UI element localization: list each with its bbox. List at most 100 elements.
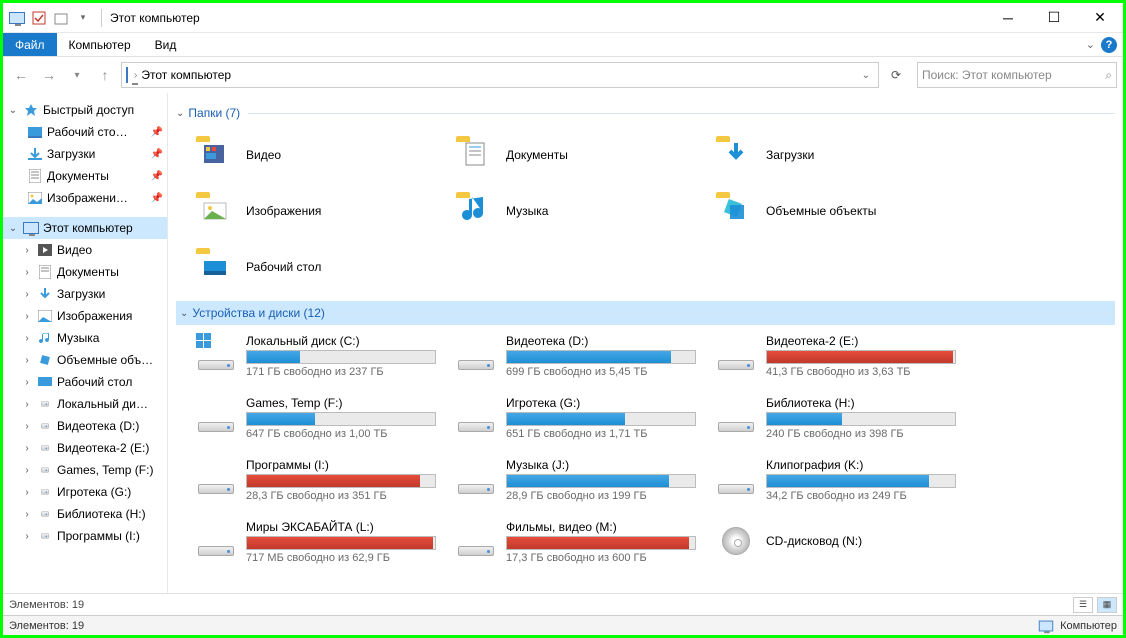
nav-label: Объемные объ… <box>57 353 153 367</box>
recent-dropdown-icon[interactable]: ▾ <box>65 63 89 87</box>
nav-pc-item[interactable]: › Объемные объ… <box>3 349 167 371</box>
icons-view-button[interactable]: ▦ <box>1097 597 1117 613</box>
chevron-right-icon[interactable]: › <box>21 421 33 432</box>
chevron-right-icon[interactable]: › <box>21 465 33 476</box>
group-header-folders[interactable]: ⌄ Папки (7) <box>176 101 1115 125</box>
chevron-right-icon[interactable]: › <box>21 487 33 498</box>
nav-pc-item[interactable]: ›Игротека (G:) <box>3 481 167 503</box>
chevron-right-icon[interactable]: › <box>21 355 33 366</box>
drive-label: Фильмы, видео (M:) <box>506 520 706 534</box>
qat-dropdown-icon[interactable]: ▾ <box>73 8 93 28</box>
chevron-right-icon[interactable]: › <box>21 333 33 344</box>
storage-bar <box>246 412 436 426</box>
chevron-right-icon[interactable]: › <box>21 443 33 454</box>
chevron-right-icon[interactable]: › <box>21 289 33 300</box>
close-button[interactable]: ✕ <box>1077 3 1123 33</box>
drive-item[interactable]: Клипография (K:)34,2 ГБ свободно из 249 … <box>716 455 966 505</box>
details-view-button[interactable]: ☰ <box>1073 597 1093 613</box>
star-icon <box>23 102 39 118</box>
nav-pc-item[interactable]: ›Локальный ди… <box>3 393 167 415</box>
nav-pc-item[interactable]: ›Загрузки <box>3 283 167 305</box>
minimize-button[interactable]: ─ <box>985 3 1031 33</box>
chevron-down-icon[interactable]: ⌄ <box>176 108 184 119</box>
folder-item[interactable]: Изображения <box>196 187 446 235</box>
nav-pc-item[interactable]: ›Видеотека (D:) <box>3 415 167 437</box>
hard-drive-icon <box>198 546 234 556</box>
back-button[interactable]: ← <box>9 63 33 87</box>
nav-quick-item[interactable]: Документы 📌 <box>3 165 167 187</box>
drive-item[interactable]: CD-дисковод (N:) <box>716 517 966 567</box>
search-input[interactable] <box>922 68 1105 82</box>
nav-quick-item[interactable]: Изображени… 📌 <box>3 187 167 209</box>
navigation-pane[interactable]: ⌄ Быстрый доступ Рабочий сто… 📌 Загрузки… <box>3 93 168 593</box>
address-bar[interactable]: › Этот компьютер ⌄ <box>121 62 879 88</box>
chevron-right-icon[interactable]: › <box>21 311 33 322</box>
chevron-down-icon[interactable]: ⌄ <box>7 105 19 116</box>
nav-pc-item[interactable]: ›Изображения <box>3 305 167 327</box>
folder-item[interactable]: Рабочий стол <box>196 243 446 291</box>
nav-pc-item[interactable]: ›Библиотека (H:) <box>3 503 167 525</box>
nav-label: Рабочий стол <box>57 375 132 389</box>
properties-icon[interactable] <box>29 8 49 28</box>
tab-view[interactable]: Вид <box>143 33 189 56</box>
ribbon-expand-icon[interactable]: ⌄ <box>1086 38 1095 51</box>
nav-quick-item[interactable]: Рабочий сто… 📌 <box>3 121 167 143</box>
chevron-right-icon[interactable]: › <box>21 509 33 520</box>
nav-pc-item[interactable]: ›Видео <box>3 239 167 261</box>
nav-quick-access[interactable]: ⌄ Быстрый доступ <box>3 99 167 121</box>
nav-this-pc[interactable]: ⌄ Этот компьютер <box>3 217 167 239</box>
chevron-right-icon[interactable]: › <box>21 267 33 278</box>
nav-pc-item[interactable]: › Рабочий стол <box>3 371 167 393</box>
body: ⌄ Быстрый доступ Рабочий сто… 📌 Загрузки… <box>3 93 1123 593</box>
chevron-right-icon[interactable]: › <box>21 245 33 256</box>
drive-item[interactable]: Видеотека (D:)699 ГБ свободно из 5,45 ТБ <box>456 331 706 381</box>
tab-file[interactable]: Файл <box>3 33 57 56</box>
drive-item[interactable]: Игротека (G:)651 ГБ свободно из 1,71 ТБ <box>456 393 706 443</box>
nav-pc-item[interactable]: ›Видеотека-2 (E:) <box>3 437 167 459</box>
storage-bar <box>506 474 696 488</box>
nav-pc-item[interactable]: ›Документы <box>3 261 167 283</box>
address-chevron-icon[interactable]: › <box>134 70 137 81</box>
folder-item[interactable]: Объемные объекты <box>716 187 966 235</box>
drive-item[interactable]: Миры ЭКСАБАЙТА (L:)717 МБ свободно из 62… <box>196 517 446 567</box>
refresh-button[interactable]: ⟳ <box>885 64 907 86</box>
address-dropdown-icon[interactable]: ⌄ <box>858 70 874 81</box>
nav-quick-item[interactable]: Загрузки 📌 <box>3 143 167 165</box>
drive-item[interactable]: Библиотека (H:)240 ГБ свободно из 398 ГБ <box>716 393 966 443</box>
drive-item[interactable]: Локальный диск (C:)171 ГБ свободно из 23… <box>196 331 446 381</box>
group-header-drives[interactable]: ⌄ Устройства и диски (12) <box>176 301 1115 325</box>
drive-item[interactable]: Фильмы, видео (M:)17,3 ГБ свободно из 60… <box>456 517 706 567</box>
item-icon <box>37 440 53 456</box>
documents-icon <box>27 168 43 184</box>
folders-grid: ВидеоДокументыЗагрузки ИзображенияМузыкаО… <box>196 131 1115 291</box>
breadcrumb[interactable]: Этот компьютер <box>141 68 231 82</box>
nav-pc-item[interactable]: ›Музыка <box>3 327 167 349</box>
tab-computer[interactable]: Компьютер <box>57 33 143 56</box>
chevron-right-icon[interactable]: › <box>21 377 33 388</box>
folder-item[interactable]: Загрузки <box>716 131 966 179</box>
pc-icon[interactable] <box>7 8 27 28</box>
folder-item[interactable]: Документы <box>456 131 706 179</box>
item-icon <box>37 308 53 324</box>
up-button[interactable]: ↑ <box>93 63 117 87</box>
chevron-right-icon[interactable]: › <box>21 399 33 410</box>
help-icon[interactable]: ? <box>1101 37 1117 53</box>
folder-item[interactable]: Музыка <box>456 187 706 235</box>
nav-pc-item[interactable]: ›Games, Temp (F:) <box>3 459 167 481</box>
drive-item[interactable]: Games, Temp (F:)647 ГБ свободно из 1,00 … <box>196 393 446 443</box>
pin-icon: 📌 <box>151 171 163 182</box>
chevron-right-icon[interactable]: › <box>21 531 33 542</box>
folder-item[interactable]: Видео <box>196 131 446 179</box>
search-icon[interactable]: ⌕ <box>1105 68 1112 83</box>
chevron-down-icon[interactable]: ⌄ <box>7 223 19 234</box>
drive-item[interactable]: Программы (I:)28,3 ГБ свободно из 351 ГБ <box>196 455 446 505</box>
new-folder-icon[interactable] <box>51 8 71 28</box>
maximize-button[interactable]: ☐ <box>1031 3 1077 33</box>
chevron-down-icon[interactable]: ⌄ <box>180 308 188 319</box>
forward-button[interactable]: → <box>37 63 61 87</box>
content-area[interactable]: ⌄ Папки (7) ВидеоДокументыЗагрузки Изобра… <box>168 93 1123 593</box>
search-box[interactable]: ⌕ <box>917 62 1117 88</box>
nav-pc-item[interactable]: ›Программы (I:) <box>3 525 167 547</box>
drive-item[interactable]: Музыка (J:)28,9 ГБ свободно из 199 ГБ <box>456 455 706 505</box>
drive-item[interactable]: Видеотека-2 (E:)41,3 ГБ свободно из 3,63… <box>716 331 966 381</box>
